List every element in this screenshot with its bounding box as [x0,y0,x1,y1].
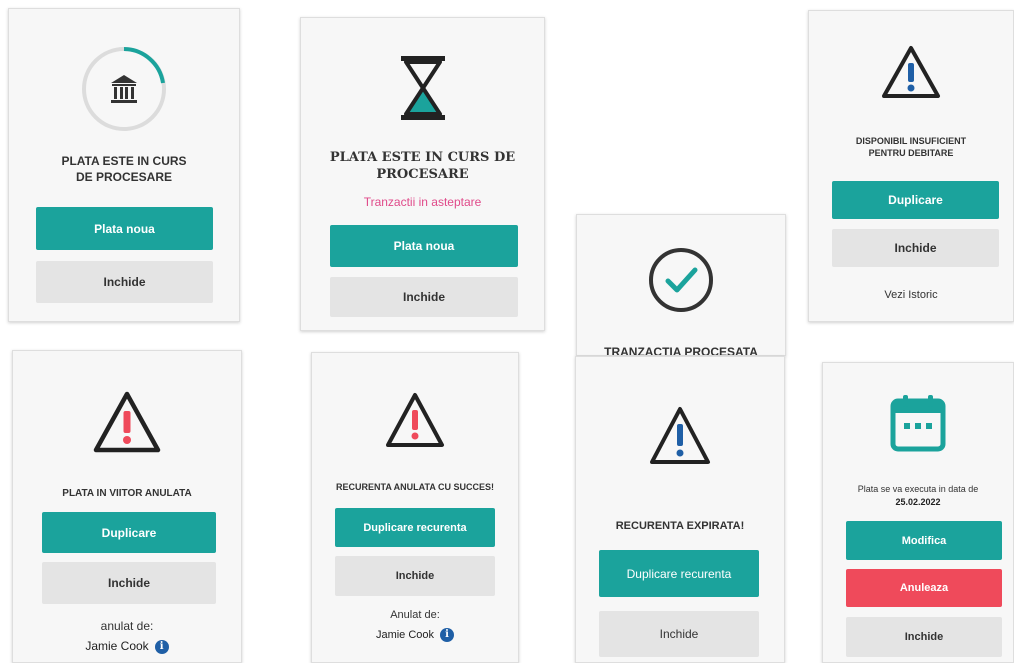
card-title: PLATA ESTE IN CURS DE PROCESARE [61,154,187,184]
card-title: PLATA ESTE IN CURS DE PROCESARE [329,150,516,182]
user-name: Jamie Cook [375,628,435,641]
close-button[interactable]: Inchide [832,229,999,267]
card-title: TRANZACTIA PROCESATA [604,345,758,356]
cancelled-by-label: Anulat de: [390,609,440,621]
hourglass-icon [393,52,453,129]
modify-button[interactable]: Modifica [846,521,1002,560]
warning-icon [383,390,447,457]
card-plata-in-curs-2: PLATA ESTE IN CURS DE PROCESARE Tranzact… [300,17,545,331]
card-title: PLATA IN VIITOR ANULATA [62,488,192,499]
info-icon[interactable]: i [440,628,455,642]
close-button[interactable]: Inchide [330,277,518,317]
close-button[interactable]: Inchide [846,617,1002,657]
close-button[interactable]: Inchide [42,562,216,604]
duplicate-recurrence-button[interactable]: Duplicare recurenta [335,508,495,547]
schedule-text: Plata se va executa in data de [857,484,979,494]
card-title: DISPONIBIL INSUFICIENT PENTRU DEBITARE [855,136,967,158]
warning-icon [879,43,943,108]
duplicate-recurrence-button[interactable]: Duplicare recurenta [599,550,759,597]
pending-transactions-text: Tranzactii in asteptare [363,195,482,209]
bank-icon [78,43,170,140]
card-disponibil-insuficient: DISPONIBIL INSUFICIENT PENTRU DEBITARE D… [808,10,1014,322]
card-tranzactia-procesata: TRANZACTIA PROCESATA [576,214,786,356]
schedule-date: 25.02.2022 [895,497,941,507]
card-plata-viitor-anulata: PLATA IN VIITOR ANULATA Duplicare Inchid… [12,350,242,663]
check-icon [646,245,716,320]
card-recurenta-expirata: RECURENTA EXPIRATA! Duplicare recurenta … [575,356,785,663]
cancelled-by-user: Jamie Cook i [13,639,241,654]
duplicate-button[interactable]: Duplicare [832,181,999,219]
card-title: RECURENTA ANULATA CU SUCCES! [336,482,494,492]
user-name: Jamie Cook [85,639,149,653]
cancelled-by-label: anulat de: [100,619,154,633]
warning-icon [647,404,713,475]
view-history-link[interactable]: Vezi Istoric [809,289,1013,301]
duplicate-button[interactable]: Duplicare [42,512,216,553]
new-payment-button[interactable]: Plata noua [330,225,518,267]
card-title: RECURENTA EXPIRATA! [615,520,745,532]
info-icon[interactable]: i [154,639,169,654]
cancelled-by-user: Jamie Cook i [312,628,518,642]
warning-icon [91,389,163,462]
card-recurenta-anulata: RECURENTA ANULATA CU SUCCES! Duplicare r… [311,352,519,663]
new-payment-button[interactable]: Plata noua [36,207,213,250]
calendar-icon [889,393,947,458]
close-button[interactable]: Inchide [36,261,213,303]
close-button[interactable]: Inchide [599,611,759,657]
cancel-button[interactable]: Anuleaza [846,569,1002,607]
card-plata-in-curs-1: PLATA ESTE IN CURS DE PROCESARE Plata no… [8,8,240,322]
card-plata-programata: Plata se va executa in data de 25.02.202… [822,362,1014,663]
close-button[interactable]: Inchide [335,556,495,596]
